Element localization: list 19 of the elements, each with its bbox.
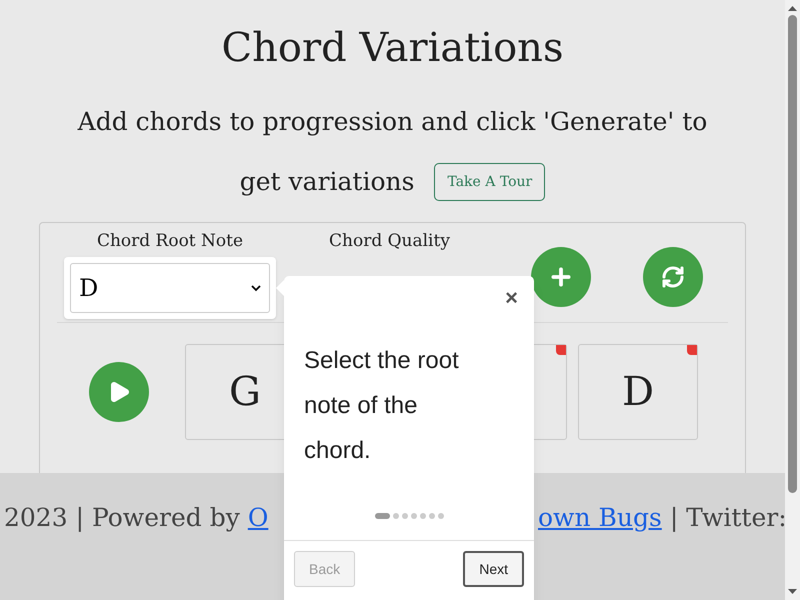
root-note-select[interactable]: D — [70, 263, 270, 313]
footer-text: 2023 | Powered by — [4, 502, 240, 534]
footer-text: | Twitter: — [670, 502, 785, 534]
subtitle: Add chords to progression and click 'Generate' to — [78, 106, 708, 138]
footer-link[interactable]: own Bugs — [538, 499, 662, 536]
refresh-icon — [661, 265, 685, 289]
tour-text: Select the root note of the chord. — [303, 346, 460, 466]
close-button[interactable]: × — [505, 286, 518, 310]
root-note-label: Chord Root Note — [96, 230, 244, 253]
chevron-icon — [251, 284, 261, 292]
next-button[interactable]: Next — [463, 551, 524, 587]
subtitle: get variations — [240, 166, 414, 198]
chord-card[interactable]: D — [578, 344, 698, 440]
scroll-up-icon — [788, 5, 797, 11]
scroll-down-icon — [788, 589, 797, 595]
tour-button[interactable]: Take A Tour — [434, 163, 546, 201]
chord-quality-label: Chord Quality — [329, 230, 450, 253]
page-title: Chord Variations — [222, 24, 564, 73]
footer-link[interactable]: O — [248, 499, 268, 536]
